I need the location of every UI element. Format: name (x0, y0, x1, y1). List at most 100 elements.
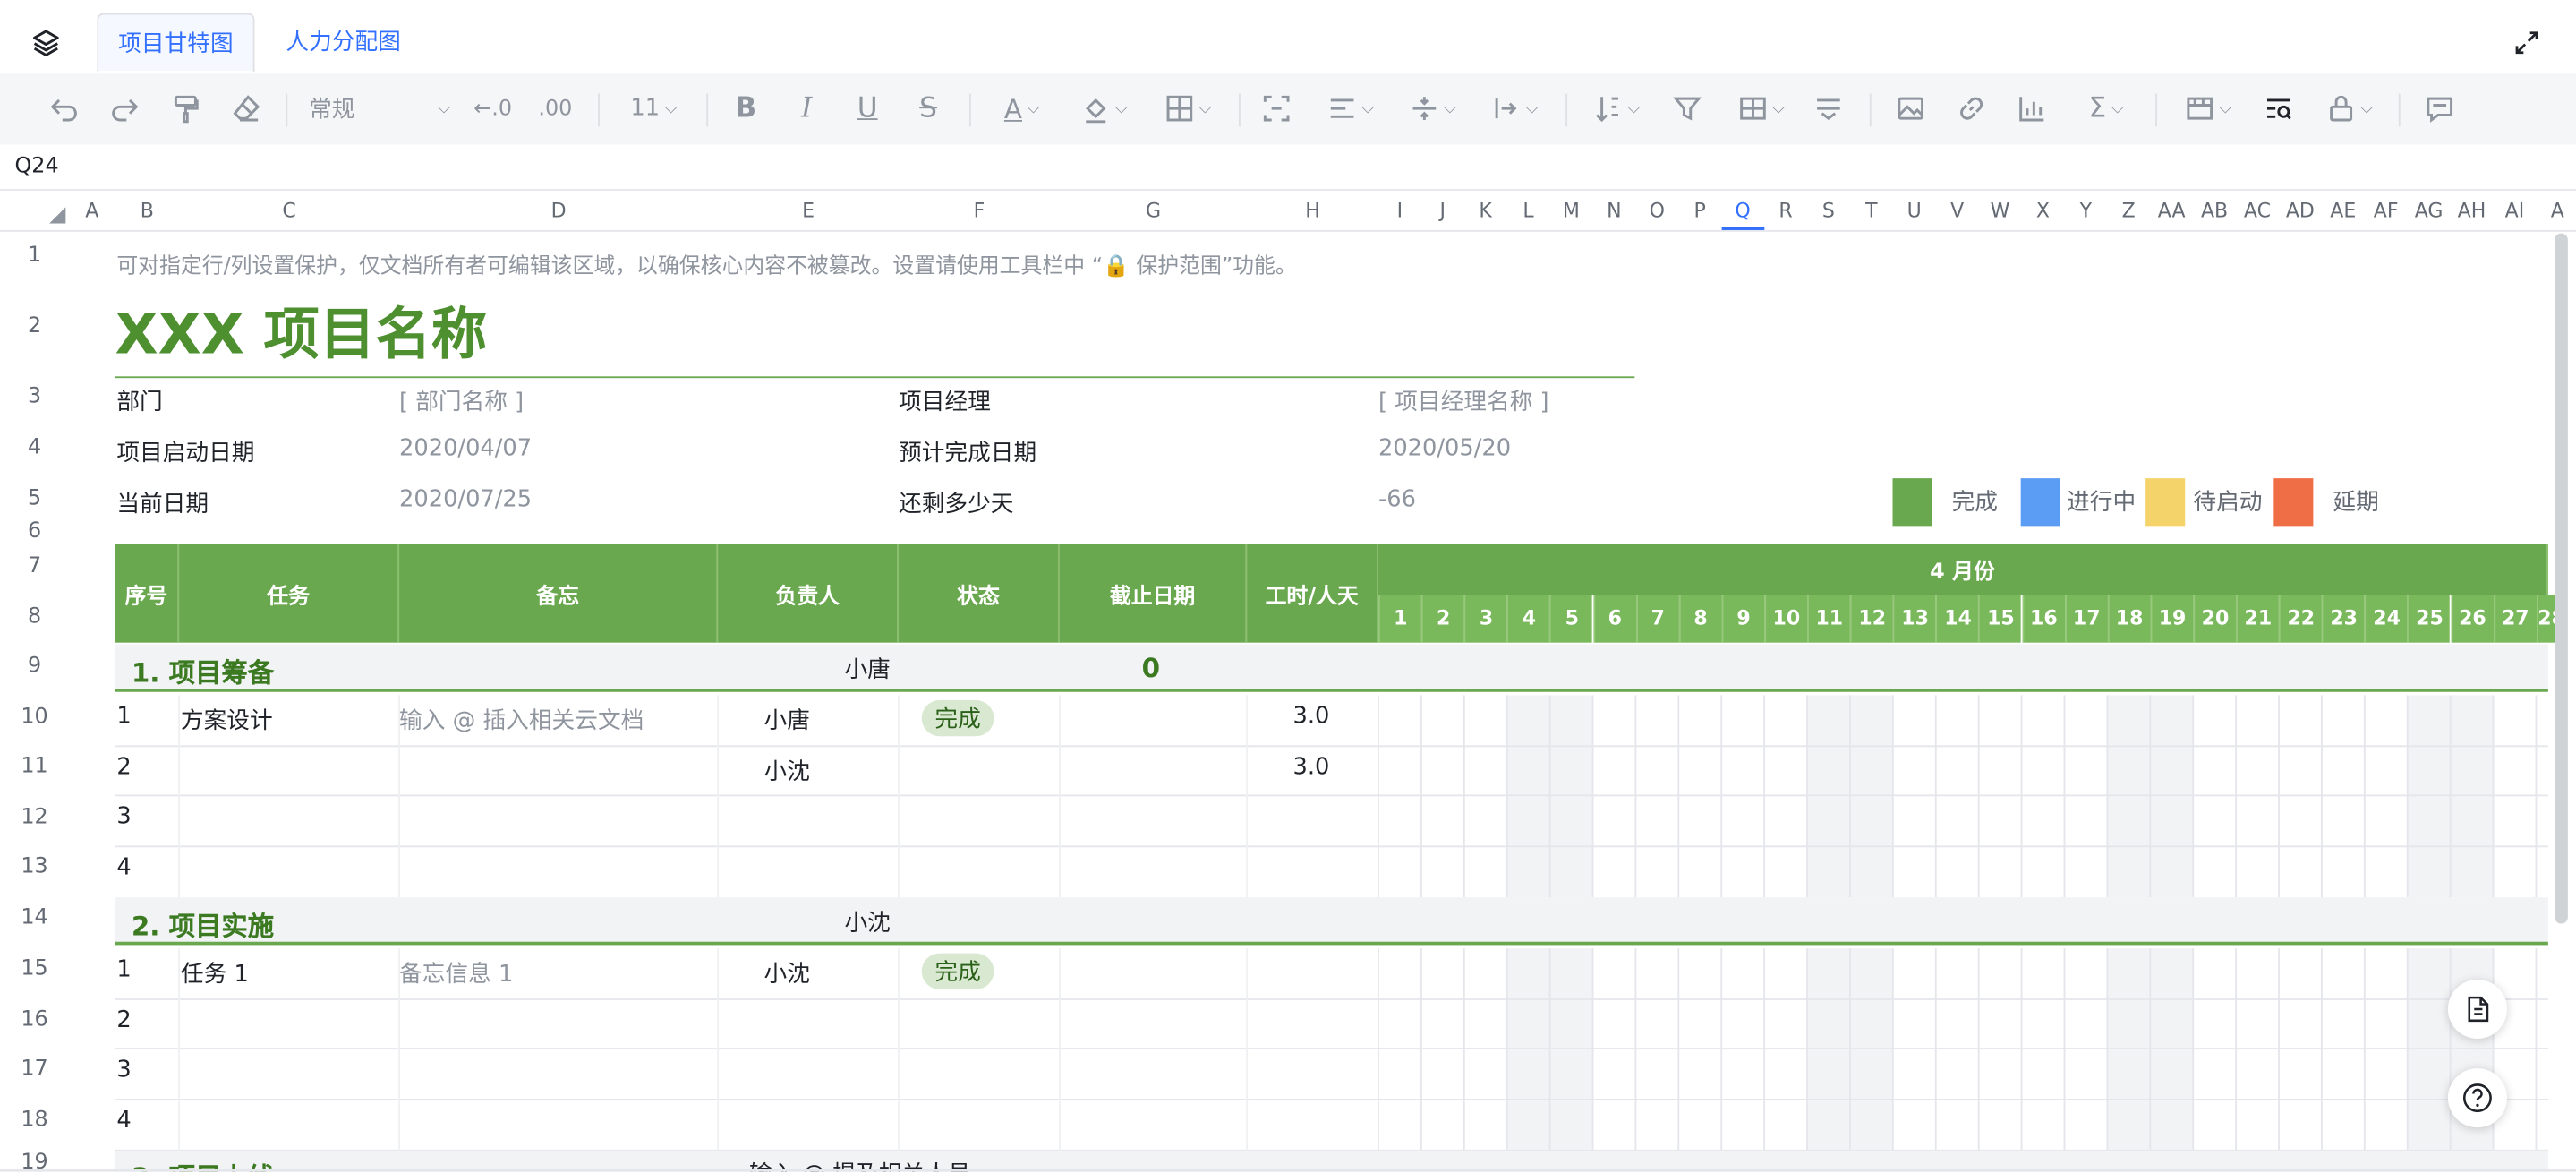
header-seq[interactable]: 序号 (115, 544, 180, 643)
day-header-cell[interactable]: 22 (2279, 595, 2322, 643)
row-header-cell[interactable]: 18 (0, 1108, 69, 1133)
bold-icon[interactable]: B (729, 90, 763, 126)
border-icon[interactable]: ⌵ (1158, 90, 1217, 126)
column-header-cell[interactable]: AA (2150, 191, 2193, 230)
day-header-cell[interactable]: 8 (1678, 595, 1722, 643)
day-header-cell[interactable]: 4 (1506, 595, 1550, 643)
column-header-cell[interactable]: AE (2322, 191, 2365, 230)
image-icon[interactable] (1892, 90, 1928, 126)
header-owner[interactable]: 负责人 (718, 544, 900, 643)
column-header-cell[interactable]: AI (2494, 191, 2537, 230)
chart-icon[interactable] (2014, 90, 2050, 126)
row-header-cell[interactable]: 16 (0, 1007, 69, 1032)
task-owner[interactable]: 小唐 (764, 704, 810, 737)
row-header-cell[interactable]: 11 (0, 754, 69, 779)
lock-icon[interactable]: ⌵ (2320, 90, 2379, 126)
column-header-cell[interactable]: S (1807, 191, 1850, 230)
column-header-cell[interactable]: J (1421, 191, 1464, 230)
column-header-cell[interactable]: X (2022, 191, 2065, 230)
header-status[interactable]: 状态 (899, 544, 1060, 643)
comment-icon[interactable] (2422, 90, 2458, 126)
day-header-cell[interactable]: 27 (2493, 595, 2537, 643)
undo-icon[interactable] (46, 90, 81, 126)
column-header-cell[interactable]: AD (2279, 191, 2322, 230)
task-name[interactable]: 任务 1 (181, 956, 249, 989)
row-header-cell[interactable]: 4 (0, 435, 69, 460)
column-header-cell[interactable]: H (1247, 191, 1378, 230)
column-header-cell[interactable]: R (1764, 191, 1807, 230)
freeze-icon[interactable] (1811, 90, 1847, 126)
row-header-cell[interactable]: 8 (0, 604, 69, 629)
link-icon[interactable] (1953, 90, 1989, 126)
formula-bar[interactable]: Q24 (0, 144, 2576, 191)
row-header-cell[interactable]: 17 (0, 1057, 69, 1082)
task-seq[interactable]: 4 (116, 854, 131, 880)
task-memo[interactable]: 输入 @ 插入相关云文档 (399, 704, 644, 737)
row-header-cell[interactable]: 6 (0, 519, 69, 544)
sum-icon[interactable]: Σ ⌵ (2077, 90, 2136, 126)
tab-project-gantt[interactable]: 项目甘特图 (97, 13, 255, 73)
column-header-cell[interactable]: Y (2064, 191, 2107, 230)
column-header-cell[interactable]: D (399, 191, 718, 230)
column-header-cell[interactable]: N (1593, 191, 1636, 230)
day-header-cell[interactable]: 3 (1463, 595, 1507, 643)
vertical-align-icon[interactable]: ⌵ (1403, 90, 1463, 126)
header-month[interactable]: 4 月份 (1378, 544, 2548, 595)
start-date-value[interactable]: 2020/04/07 (399, 435, 532, 461)
day-header-cell[interactable]: 7 (1635, 595, 1679, 643)
day-header-cell[interactable]: 21 (2236, 595, 2279, 643)
day-header-cell[interactable]: 23 (2321, 595, 2365, 643)
remaining-days-value[interactable]: -66 (1378, 486, 1416, 512)
italic-icon[interactable]: I (790, 90, 823, 126)
column-header-cell[interactable]: P (1678, 191, 1721, 230)
column-header-cell[interactable]: U (1893, 191, 1936, 230)
day-header-cell[interactable]: 20 (2193, 595, 2236, 643)
due-date-value[interactable]: 2020/05/20 (1378, 435, 1511, 461)
task-hours[interactable]: 3.0 (1293, 754, 1330, 780)
day-header-cell[interactable]: 25 (2407, 595, 2451, 643)
row-header-cell[interactable]: 3 (0, 385, 69, 410)
vertical-scrollbar[interactable] (2555, 233, 2568, 924)
row-header-cell[interactable]: 12 (0, 805, 69, 830)
phase-row[interactable] (115, 644, 2548, 692)
column-header-cell[interactable]: C (179, 191, 399, 230)
underline-icon[interactable]: U (851, 90, 884, 126)
dept-value[interactable]: [ 部门名称 ] (399, 385, 524, 418)
text-color-icon[interactable]: A ⌵ (993, 90, 1052, 126)
expand-icon[interactable] (2507, 23, 2546, 63)
format-painter-icon[interactable] (167, 90, 203, 126)
phase-owner[interactable]: 小沈 (844, 905, 890, 938)
column-header-cell[interactable]: E (718, 191, 899, 230)
table-view-icon[interactable]: ⌵ (2179, 90, 2238, 126)
task-seq[interactable]: 3 (116, 1057, 131, 1083)
column-header-cell[interactable]: T (1850, 191, 1893, 230)
layers-icon[interactable] (23, 20, 69, 65)
status-badge[interactable]: 完成 (921, 953, 994, 989)
task-owner[interactable]: 小沈 (764, 956, 810, 989)
status-badge[interactable]: 完成 (921, 699, 994, 737)
task-owner[interactable]: 小沈 (764, 754, 810, 787)
row-header-cell[interactable]: 2 (0, 314, 69, 339)
task-seq[interactable]: 3 (116, 804, 131, 830)
column-header-cell[interactable]: AC (2236, 191, 2279, 230)
row-header-cell[interactable]: 13 (0, 854, 69, 879)
column-header-cell[interactable]: A (69, 191, 115, 230)
day-header-cell[interactable]: 5 (1549, 595, 1593, 643)
phase-name[interactable]: 1. 项目筹备 (132, 651, 274, 690)
column-header-cell[interactable]: AG (2408, 191, 2451, 230)
row-header-cell[interactable]: 7 (0, 554, 69, 579)
strikethrough-icon[interactable]: S (912, 90, 945, 126)
find-icon[interactable] (2261, 90, 2297, 126)
day-header-cell[interactable]: 12 (1849, 595, 1893, 643)
phase-name[interactable]: 2. 项目实施 (132, 904, 274, 944)
font-size-select[interactable]: 11 ⌵ (624, 90, 683, 126)
column-header-cell[interactable]: I (1378, 191, 1421, 230)
column-header-cell[interactable]: Q (1721, 191, 1764, 230)
task-memo[interactable]: 备忘信息 1 (399, 956, 513, 989)
column-header-cell[interactable]: W (1979, 191, 2022, 230)
phase-deadline[interactable]: 0 (1142, 653, 1160, 684)
row-header-cell[interactable]: 9 (0, 655, 69, 680)
column-header-cell[interactable]: AB (2193, 191, 2236, 230)
merge-cells-icon[interactable] (1258, 90, 1294, 126)
task-seq[interactable]: 2 (116, 1007, 131, 1033)
